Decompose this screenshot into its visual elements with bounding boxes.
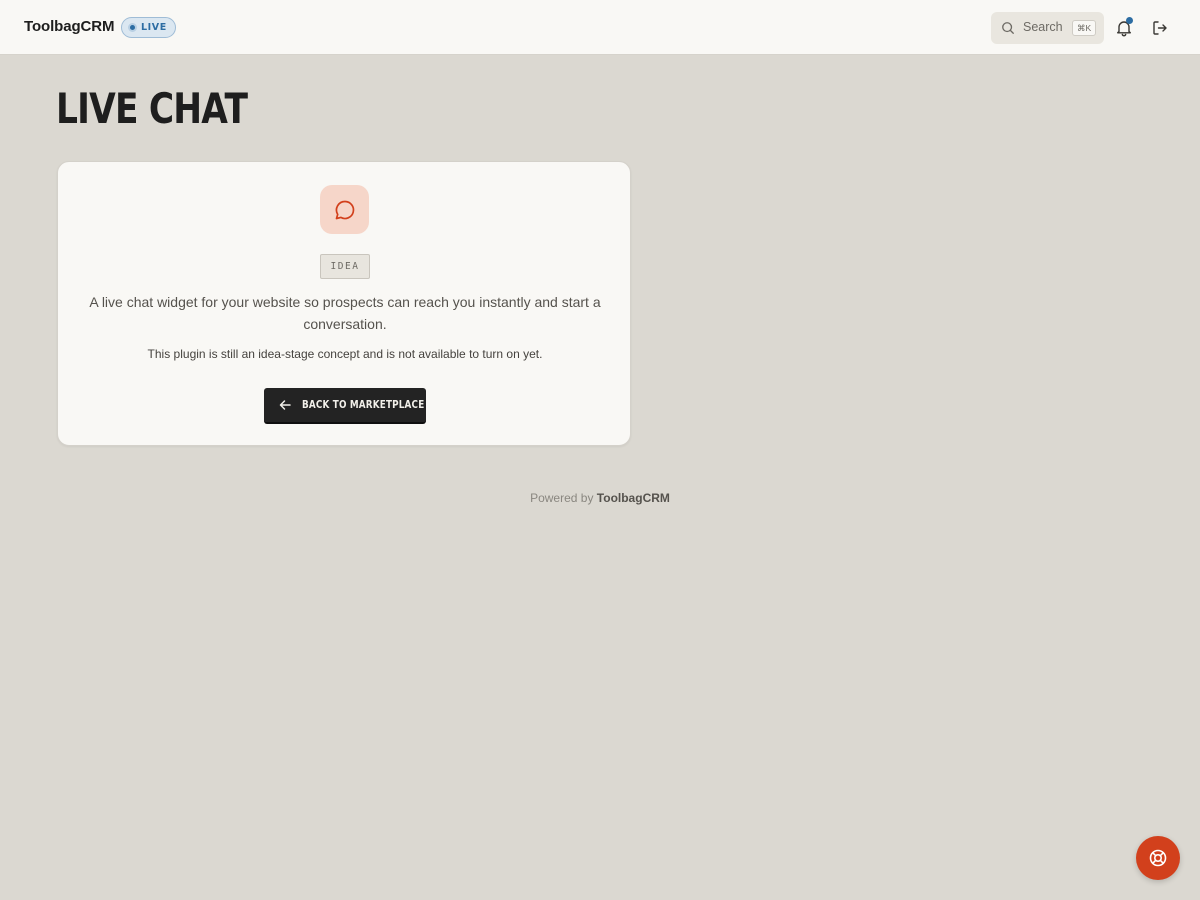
stage-badge: IDEA <box>320 254 370 279</box>
live-status-label: LIVE <box>141 22 167 33</box>
chat-bubble-icon <box>335 200 354 219</box>
brand-logo[interactable]: ToolbagCRM <box>24 18 114 35</box>
powered-by-footer: Powered by ToolbagCRM <box>0 491 1200 505</box>
back-button-label: BACK TO MARKETPLACE <box>302 399 425 411</box>
logout-icon[interactable] <box>1151 19 1169 37</box>
notification-dot <box>1126 17 1133 24</box>
help-button[interactable] <box>1136 836 1180 880</box>
page-title: LIVE CHAT <box>56 84 248 133</box>
search-shortcut: ⌘K <box>1072 20 1097 36</box>
plugin-icon-tile <box>320 185 369 234</box>
lifebuoy-icon <box>1149 849 1167 867</box>
live-dot-icon <box>128 23 137 32</box>
arrow-left-icon <box>279 400 291 410</box>
availability-note: This plugin is still an idea-stage conce… <box>147 347 543 361</box>
top-bar: ToolbagCRM LIVE Search ⌘K <box>0 0 1200 55</box>
search-icon <box>1002 22 1014 34</box>
live-status-badge: LIVE <box>121 17 176 38</box>
plugin-card: IDEA A live chat widget for your website… <box>57 161 631 446</box>
plugin-description: A live chat widget for your website so p… <box>89 294 601 332</box>
back-to-marketplace-button[interactable]: BACK TO MARKETPLACE <box>264 388 426 424</box>
powered-by-brand[interactable]: ToolbagCRM <box>597 491 670 505</box>
search-button[interactable]: Search ⌘K <box>991 12 1104 44</box>
powered-by-prefix: Powered by <box>530 491 594 505</box>
search-label: Search <box>1023 20 1063 34</box>
